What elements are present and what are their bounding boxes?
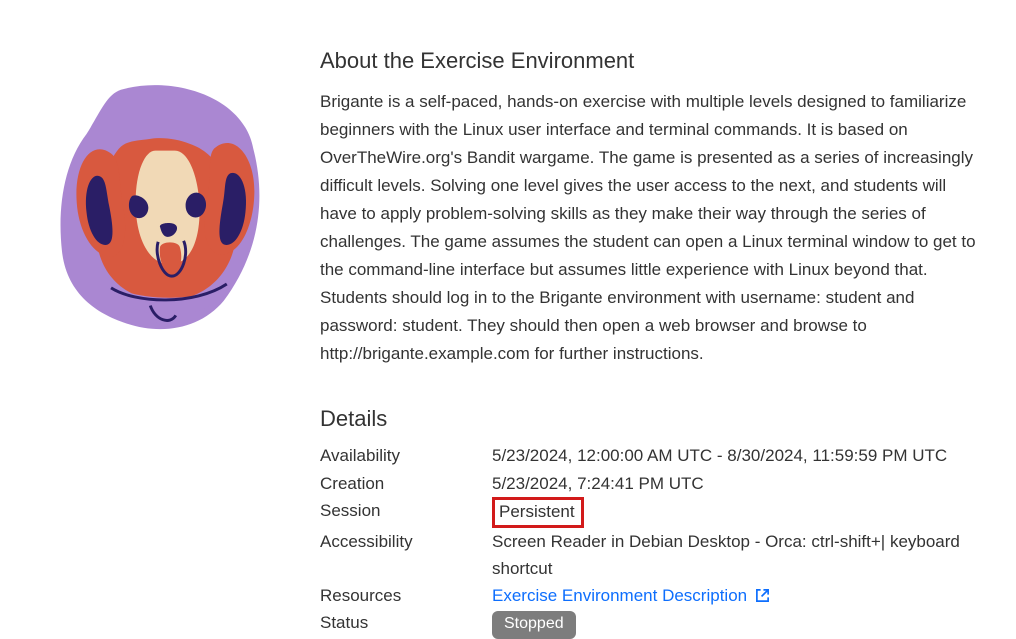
detail-row-creation: Creation 5/23/2024, 7:24:41 PM UTC xyxy=(320,470,976,497)
detail-row-session: Session Persistent xyxy=(320,497,976,528)
detail-label: Accessibility xyxy=(320,528,492,555)
external-link-icon xyxy=(755,588,770,603)
resource-link-text: Exercise Environment Description xyxy=(492,582,747,609)
about-heading: About the Exercise Environment xyxy=(320,48,976,74)
detail-label: Creation xyxy=(320,470,492,497)
detail-row-resources: Resources Exercise Environment Descripti… xyxy=(320,582,976,609)
detail-value: 5/23/2024, 12:00:00 AM UTC - 8/30/2024, … xyxy=(492,442,976,469)
status-badge: Stopped xyxy=(492,611,576,638)
about-body: Brigante is a self-paced, hands-on exerc… xyxy=(320,88,976,368)
dog-avatar-icon xyxy=(50,80,280,335)
resource-link[interactable]: Exercise Environment Description xyxy=(492,582,770,609)
detail-value: Screen Reader in Debian Desktop - Orca: … xyxy=(492,528,976,582)
detail-row-availability: Availability 5/23/2024, 12:00:00 AM UTC … xyxy=(320,442,976,469)
session-highlight: Persistent xyxy=(492,497,584,528)
detail-value: Exercise Environment Description xyxy=(492,582,976,609)
detail-row-accessibility: Accessibility Screen Reader in Debian De… xyxy=(320,528,976,582)
detail-value: 5/23/2024, 7:24:41 PM UTC xyxy=(492,470,976,497)
detail-label: Status xyxy=(320,609,492,636)
detail-value: Persistent xyxy=(492,497,976,528)
detail-label: Resources xyxy=(320,582,492,609)
details-section: Details Availability 5/23/2024, 12:00:00… xyxy=(320,406,976,638)
details-heading: Details xyxy=(320,406,976,432)
detail-label: Session xyxy=(320,497,492,524)
main-content: About the Exercise Environment Brigante … xyxy=(320,48,976,639)
sidebar-avatar-column xyxy=(50,48,320,639)
exercise-avatar xyxy=(50,80,280,335)
detail-row-status: Status Stopped xyxy=(320,609,976,638)
detail-label: Availability xyxy=(320,442,492,469)
detail-value: Stopped xyxy=(492,609,976,638)
